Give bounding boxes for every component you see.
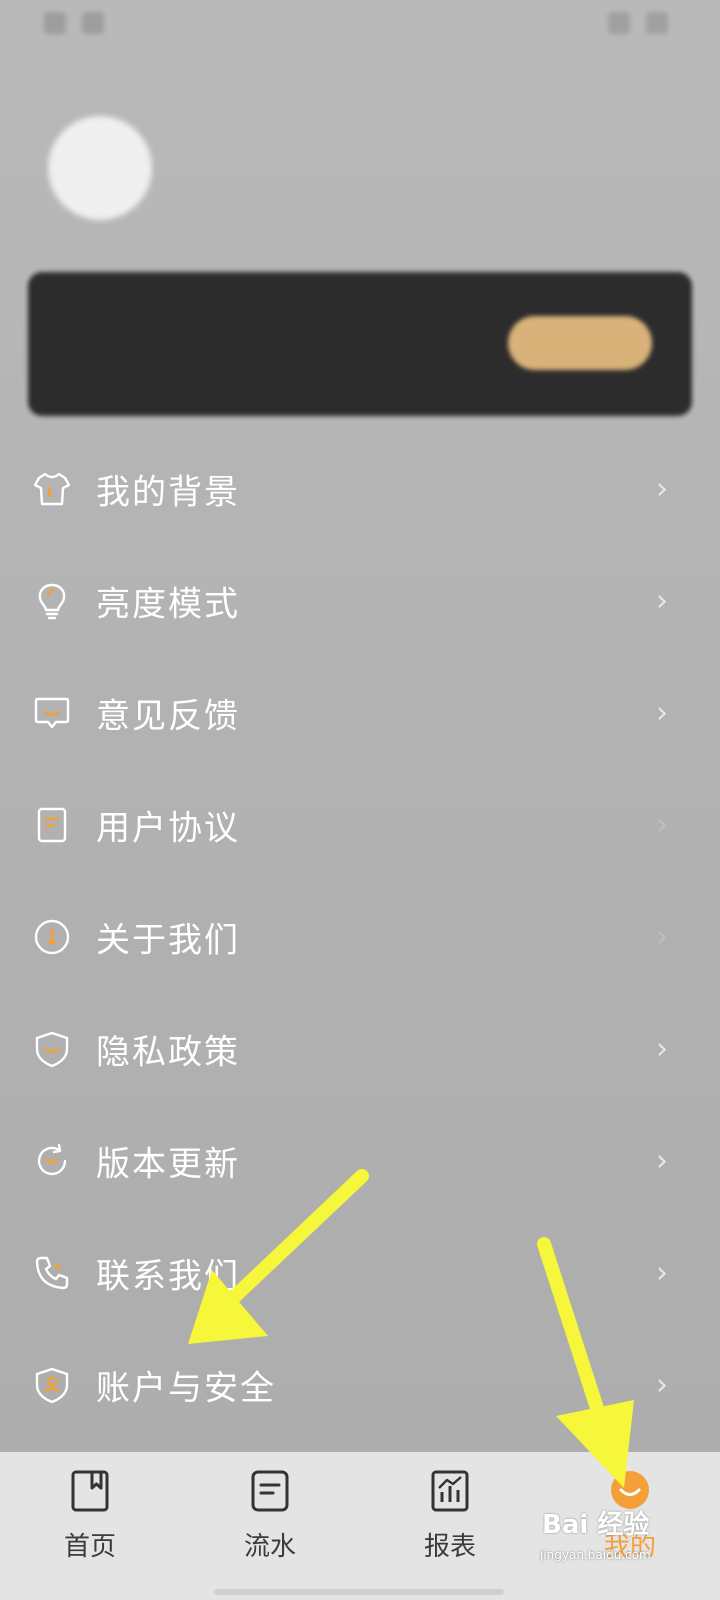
menu-item-contact-us[interactable]: 联系我们 ›: [0, 1217, 720, 1329]
menu-item-label: 联系我们: [96, 1256, 240, 1297]
document-icon: [37, 807, 67, 843]
battery-icon: [646, 12, 668, 34]
menu-item-label: 关于我们: [96, 920, 240, 961]
bottom-nav: 首页 流水 报表 我的: [0, 1452, 720, 1600]
chevron-right-icon: ›: [656, 1367, 668, 1403]
menu-item-brightness[interactable]: 亮度模式 ›: [0, 545, 720, 657]
status-left: [44, 12, 104, 34]
home-indicator[interactable]: [214, 1589, 504, 1595]
menu-item-feedback[interactable]: 意见反馈 ›: [0, 657, 720, 769]
chevron-right-icon: ›: [656, 695, 668, 731]
list-note-icon: [251, 1470, 289, 1512]
my-page-screen: 我的背景 › 亮度模式 › 意见反馈 › 用户协议 › 关于我们 › 隐私政策 …: [0, 0, 720, 1600]
chevron-right-icon: ›: [656, 1143, 668, 1179]
tab-mine[interactable]: 我的: [540, 1452, 720, 1572]
tab-home-label: 首页: [63, 1532, 116, 1562]
shield-icon: [35, 1031, 69, 1068]
tab-home[interactable]: 首页: [0, 1452, 180, 1572]
feedback-chat-icon: [34, 697, 70, 729]
member-card-button[interactable]: [508, 316, 652, 370]
info-circle-icon: [34, 919, 70, 955]
menu-item-version-update[interactable]: 版本更新 ›: [0, 1105, 720, 1217]
orange-face-icon: [611, 1471, 649, 1509]
refresh-icon: [37, 1143, 67, 1176]
phone-icon: [35, 1256, 69, 1290]
chevron-right-icon: ›: [656, 807, 668, 843]
menu-item-label: 账户与安全: [96, 1368, 276, 1409]
app-status-icon: [82, 12, 104, 34]
settings-menu: 我的背景 › 亮度模式 › 意见反馈 › 用户协议 › 关于我们 › 隐私政策 …: [0, 433, 720, 1441]
member-card[interactable]: [28, 272, 692, 416]
menu-item-about-us[interactable]: 关于我们 ›: [0, 881, 720, 993]
tab-reports[interactable]: 报表: [360, 1452, 540, 1572]
tab-transactions-label: 流水: [243, 1532, 296, 1562]
chevron-right-icon: ›: [656, 919, 668, 955]
signal-icon: [608, 12, 630, 34]
tab-reports-label: 报表: [423, 1532, 476, 1562]
menu-item-label: 版本更新: [96, 1144, 240, 1185]
status-right: [608, 12, 668, 34]
lightbulb-icon: [38, 583, 66, 620]
menu-item-background[interactable]: 我的背景 ›: [0, 433, 720, 545]
tab-transactions[interactable]: 流水: [180, 1452, 360, 1572]
menu-item-label: 用户协议: [96, 808, 240, 849]
chart-icon: [431, 1470, 469, 1512]
menu-item-label: 意见反馈: [96, 696, 240, 737]
bookmark-book-icon: [71, 1470, 109, 1512]
menu-item-label: 隐私政策: [96, 1032, 240, 1073]
menu-item-label: 亮度模式: [96, 584, 240, 625]
chevron-right-icon: ›: [656, 1031, 668, 1067]
notification-icon: [44, 12, 66, 34]
tab-mine-label: 我的: [603, 1532, 656, 1562]
chevron-right-icon: ›: [656, 1255, 668, 1291]
chevron-right-icon: ›: [656, 583, 668, 619]
menu-item-privacy-policy[interactable]: 隐私政策 ›: [0, 993, 720, 1105]
menu-item-user-agreement[interactable]: 用户协议 ›: [0, 769, 720, 881]
menu-item-account-security[interactable]: 账户与安全 ›: [0, 1329, 720, 1441]
menu-item-label: 我的背景: [96, 472, 240, 513]
shield-user-icon: [35, 1367, 69, 1404]
avatar[interactable]: [48, 116, 152, 220]
chevron-right-icon: ›: [656, 471, 668, 507]
status-bar: [0, 0, 720, 56]
tshirt-icon: [33, 472, 71, 506]
